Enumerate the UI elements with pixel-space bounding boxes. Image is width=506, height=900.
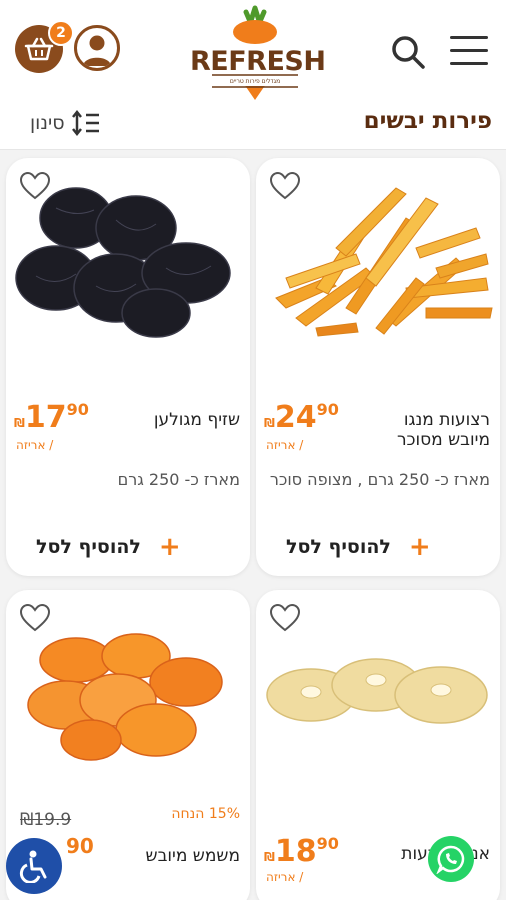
add-to-cart-button[interactable]: + להוסיף לסל [36, 530, 236, 564]
plus-icon: + [408, 532, 431, 562]
currency-symbol: ₪ [14, 416, 25, 430]
wishlist-heart-icon[interactable] [270, 604, 300, 632]
product-price: ₪1890 [264, 834, 339, 869]
product-description: מארז כ- 250 גרם , מצופה סוכר [269, 470, 490, 489]
price-decimal: 90 [316, 400, 339, 419]
menu-line [450, 36, 488, 39]
plus-icon: + [158, 532, 181, 562]
currency-symbol: ₪ [264, 416, 275, 430]
accessibility-wheelchair-icon [19, 850, 47, 883]
search-button[interactable] [390, 34, 426, 70]
add-to-cart-label: להוסיף לסל [286, 536, 391, 558]
logo-subtitle: מגדלים פירות טריים [229, 78, 281, 85]
cart-count-badge: 2 [48, 20, 74, 46]
filter-label: סינון [30, 112, 65, 134]
filter-button[interactable]: סינון [30, 110, 101, 136]
hamburger-menu-button[interactable] [450, 36, 488, 68]
price-unit: / אריזה [266, 438, 304, 452]
whatsapp-button[interactable] [428, 836, 474, 882]
category-title-bar: פירות יבשים סינון [0, 100, 506, 150]
discount-badge: 15% הנחה [171, 806, 240, 822]
product-name[interactable]: רצועות מנגו מיובש מסוכר [360, 410, 490, 450]
wishlist-heart-icon[interactable] [270, 172, 300, 200]
account-button[interactable] [74, 25, 120, 71]
currency-symbol: ₪ [264, 850, 275, 864]
price-unit: / אריזה [266, 870, 304, 884]
price-integer: 17 [24, 400, 67, 435]
price-integer: 24 [274, 400, 317, 435]
product-price: 90 [66, 834, 94, 858]
product-name[interactable]: משמש מיובש [110, 846, 240, 866]
price-unit: / אריזה [16, 438, 54, 452]
user-icon [83, 35, 111, 66]
logo-text: REFRESH [190, 46, 326, 77]
add-to-cart-label: להוסיף לסל [36, 536, 141, 558]
sort-filter-icon [71, 110, 99, 136]
menu-line [450, 62, 488, 65]
price-integer: 18 [274, 834, 317, 869]
old-price: ₪19.9 [20, 810, 72, 830]
price-decimal: 90 [66, 400, 89, 419]
price-decimal: 90 [316, 834, 339, 853]
whatsapp-icon [436, 845, 465, 874]
page-title: פירות יבשים [363, 108, 492, 134]
menu-line [450, 49, 488, 52]
header: 2 REFRESH מגדלים פירות טריים [0, 0, 506, 100]
product-card[interactable]: רצועות מנגו מיובש מסוכר ₪2490 / אריזה מא… [256, 158, 500, 576]
product-name[interactable]: שזיף מגולען [110, 410, 240, 430]
search-icon [392, 36, 425, 69]
accessibility-button[interactable] [6, 838, 62, 894]
product-description: מארז כ- 250 גרם [117, 470, 240, 489]
price-decimal: 90 [66, 834, 94, 858]
product-price: ₪1790 [14, 400, 89, 435]
wishlist-heart-icon[interactable] [20, 172, 50, 200]
add-to-cart-button[interactable]: + להוסיף לסל [286, 530, 486, 564]
logo[interactable]: REFRESH מגדלים פירות טריים [190, 4, 326, 100]
product-card[interactable]: שזיף מגולען ₪1790 / אריזה מארז כ- 250 גר… [6, 158, 250, 576]
product-price: ₪2490 [264, 400, 339, 435]
wishlist-heart-icon[interactable] [20, 604, 50, 632]
